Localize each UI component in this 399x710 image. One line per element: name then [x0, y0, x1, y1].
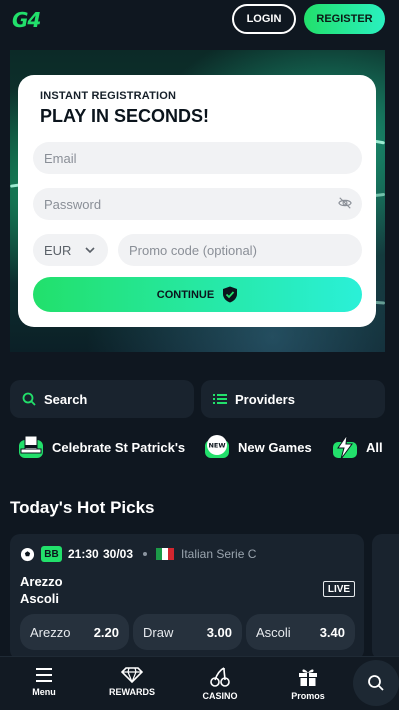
odds-label: Ascoli	[256, 624, 291, 640]
section-title: Today's Hot Picks	[10, 498, 155, 517]
bottom-nav: Menu REWARDS CASINO Promos	[0, 656, 399, 710]
nav-label: Menu	[32, 687, 56, 697]
home-team: Arezzo	[20, 574, 63, 589]
login-button[interactable]: LOGIN	[232, 4, 296, 34]
eye-off-icon[interactable]	[338, 196, 352, 210]
logo[interactable]: G4	[12, 8, 41, 32]
hamburger-icon	[36, 668, 52, 682]
chevron-down-icon	[85, 247, 95, 254]
odds-label: Draw	[143, 624, 174, 640]
match-time: 21:30	[68, 547, 99, 561]
new-badge-icon: NEW	[205, 435, 229, 458]
live-badge: LIVE	[323, 581, 355, 597]
registration-title: PLAY IN SECONDS!	[40, 106, 210, 126]
football-icon	[20, 547, 35, 562]
category-st-patricks[interactable]: Celebrate St Patrick's	[18, 432, 185, 462]
nav-menu[interactable]: Menu	[22, 657, 66, 710]
header: G4 LOGIN REGISTER	[0, 0, 399, 40]
promo-placeholder: Promo code (optional)	[129, 242, 257, 258]
nav-rewards[interactable]: REWARDS	[106, 657, 158, 710]
odds-button-home[interactable]: Arezzo 2.20	[20, 614, 129, 650]
odds-value: 2.20	[93, 624, 119, 640]
italy-flag-icon	[156, 548, 174, 560]
email-placeholder: Email	[44, 150, 77, 166]
search-icon	[22, 392, 36, 406]
search-icon	[368, 675, 384, 691]
odds-button-draw[interactable]: Draw 3.00	[133, 614, 242, 650]
cherries-icon	[210, 667, 230, 687]
away-team: Ascoli	[20, 591, 60, 606]
category-new-games[interactable]: NEW New Games	[204, 432, 312, 462]
gift-icon	[299, 669, 317, 686]
list-icon	[213, 394, 227, 404]
floating-search-button[interactable]	[353, 660, 399, 706]
password-placeholder: Password	[44, 196, 102, 212]
category-all[interactable]: All	[332, 432, 383, 462]
leprechaun-hat-icon	[19, 435, 43, 458]
register-button[interactable]: REGISTER	[304, 4, 385, 34]
promo-code-field[interactable]: Promo code (optional)	[118, 234, 362, 266]
nav-promos[interactable]: Promos	[286, 657, 330, 710]
category-label: New Games	[238, 439, 312, 455]
odds-value: 3.40	[319, 624, 345, 640]
bet-builder-badge: BB	[41, 546, 62, 562]
providers-button[interactable]: Providers	[201, 380, 385, 418]
nav-label: CASINO	[202, 691, 238, 701]
lightning-icon	[333, 434, 357, 460]
currency-value: EUR	[44, 242, 72, 258]
search-button[interactable]: Search	[10, 380, 194, 418]
providers-label: Providers	[235, 391, 295, 407]
currency-select[interactable]: EUR	[33, 234, 108, 266]
match-date: 30/03	[103, 547, 134, 561]
svg-text:NEW: NEW	[208, 442, 225, 450]
category-label: Celebrate St Patrick's	[52, 439, 186, 455]
odds-value: 3.00	[206, 624, 232, 640]
search-label: Search	[44, 391, 88, 407]
nav-label: Promos	[291, 691, 325, 701]
diamond-icon	[121, 667, 143, 683]
email-field[interactable]: Email	[33, 142, 362, 174]
continue-label: CONTINUE	[156, 288, 215, 301]
shield-check-icon	[223, 286, 238, 303]
nav-casino[interactable]: CASINO	[198, 657, 242, 710]
nav-label: REWARDS	[108, 687, 155, 697]
separator-dot	[143, 552, 147, 556]
category-label: All	[366, 439, 383, 455]
registration-subtitle: INSTANT REGISTRATION	[40, 90, 177, 102]
odds-label: Arezzo	[30, 624, 71, 640]
password-field[interactable]: Password	[33, 188, 362, 220]
match-card-next[interactable]	[372, 534, 399, 660]
odds-button-away[interactable]: Ascoli 3.40	[246, 614, 355, 650]
continue-button[interactable]: CONTINUE	[33, 277, 362, 312]
league-name: Italian Serie C	[181, 547, 257, 561]
